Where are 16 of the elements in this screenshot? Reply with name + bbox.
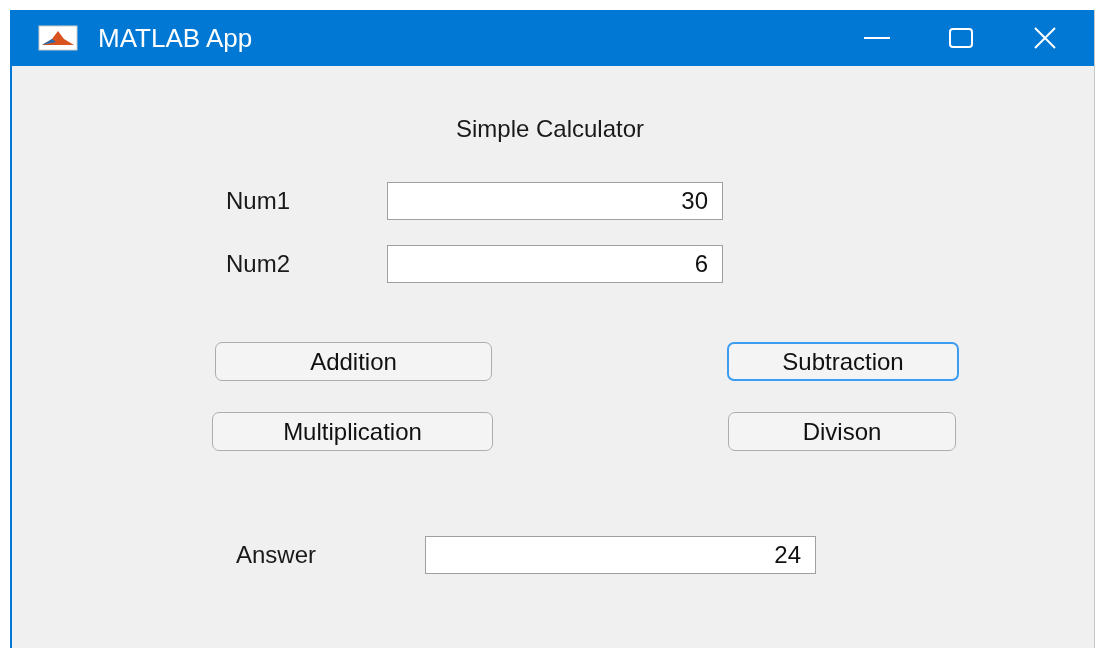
operation-button[interactable]: Subtraction: [727, 342, 959, 381]
window-title: MATLAB App: [98, 22, 253, 54]
answer-field[interactable]: 24: [425, 536, 816, 574]
number-field[interactable]: 30: [387, 182, 723, 220]
operation-button[interactable]: Multiplication: [212, 412, 493, 451]
calculator-heading: Simple Calculator: [455, 115, 645, 143]
operation-button[interactable]: Divison: [728, 412, 956, 451]
field-label: Num2: [226, 250, 292, 278]
operation-button[interactable]: Addition: [215, 342, 492, 381]
number-field[interactable]: 6: [387, 245, 723, 283]
answer-label: Answer: [236, 541, 318, 569]
close-icon: [1033, 26, 1057, 50]
field-label: Num1: [226, 187, 292, 215]
minimize-icon: [864, 37, 890, 39]
app-logo-icon: [38, 25, 78, 51]
maximize-icon: [949, 28, 973, 48]
